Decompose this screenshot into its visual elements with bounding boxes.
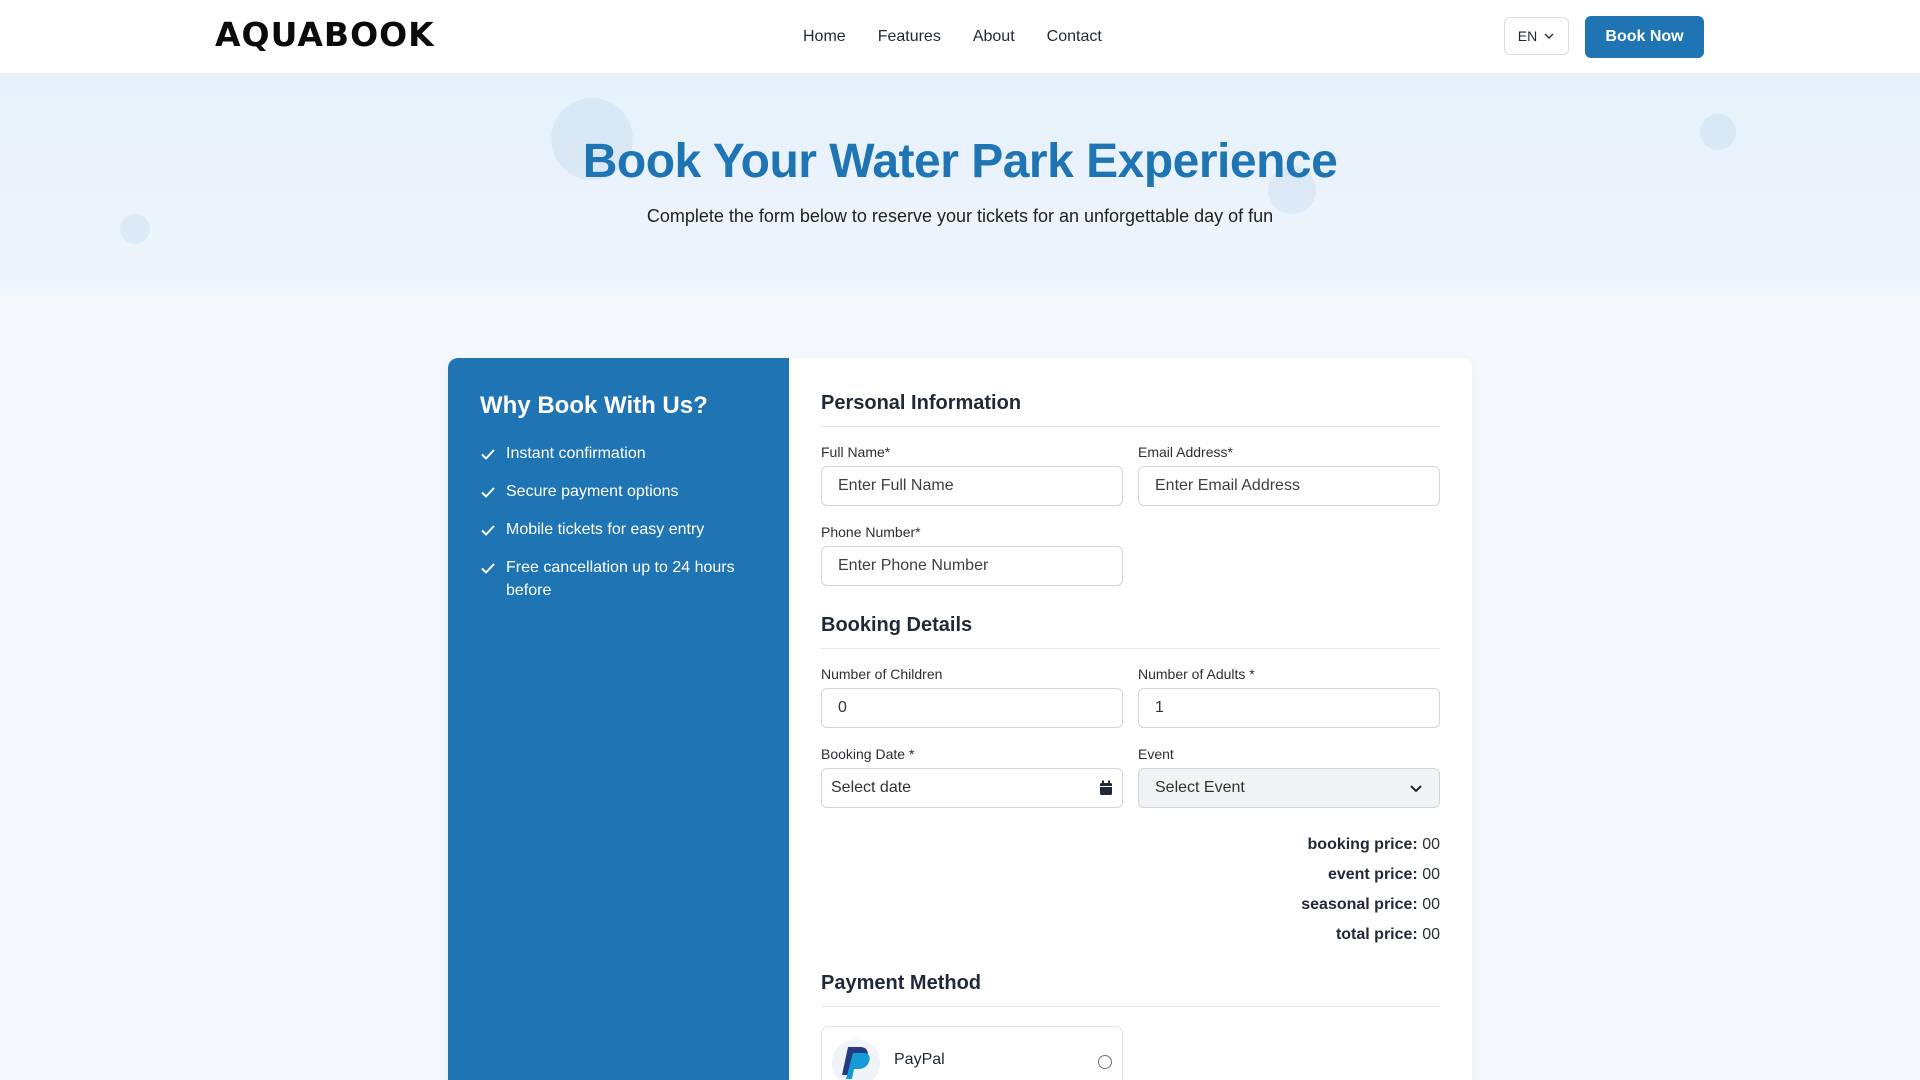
benefit-item: Instant confirmation (480, 442, 757, 465)
payment-radio[interactable] (1098, 1055, 1112, 1069)
benefit-text: Instant confirmation (506, 445, 646, 462)
benefit-item: Free cancellation up to 24 hours before (480, 556, 757, 602)
why-book-panel: Why Book With Us? Instant confirmation S… (448, 358, 789, 1080)
payment-method-title: Payment Method (821, 972, 982, 994)
booking-details-title: Booking Details (821, 614, 973, 636)
language-label: EN (1517, 28, 1538, 44)
site-header: AQUABOOK Home Features About Contact EN … (0, 0, 1920, 74)
nav-about[interactable]: About (973, 24, 1015, 50)
page-subtitle: Complete the form below to reserve your … (646, 206, 1274, 226)
benefit-text: Free cancellation up to 24 hours before (506, 559, 735, 599)
main-nav: Home Features About Contact (803, 24, 1102, 50)
event-price-value: 00 (1422, 866, 1440, 883)
why-book-title: Why Book With Us? (480, 392, 708, 419)
language-selector[interactable]: EN (1504, 17, 1569, 55)
brand-logo[interactable]: AQUABOOK (215, 14, 435, 54)
benefit-item: Secure payment options (480, 480, 757, 503)
check-icon (481, 487, 495, 498)
total-price-value: 00 (1422, 926, 1440, 943)
seasonal-price-label: seasonal price: (1301, 896, 1418, 913)
hero-banner: Book Your Water Park Experience Complete… (0, 74, 1920, 294)
calendar-icon[interactable] (1099, 780, 1113, 796)
children-label: Number of Children (821, 666, 943, 682)
full-name-label: Full Name* (821, 444, 891, 460)
paypal-logo (832, 1039, 880, 1080)
total-price: total price: 00 (1336, 926, 1440, 944)
children-input[interactable]: 0 (821, 688, 1123, 728)
seasonal-price-value: 00 (1422, 896, 1440, 913)
check-icon (481, 525, 495, 536)
full-name-input[interactable] (821, 466, 1123, 506)
total-price-label: total price: (1335, 926, 1418, 943)
adults-input[interactable]: 1 (1138, 688, 1440, 728)
booking-price: booking price: 00 (1308, 836, 1440, 854)
chevron-down-icon (1410, 785, 1422, 793)
booking-date-input[interactable]: Select date (821, 768, 1123, 808)
benefit-item: Mobile tickets for easy entry (480, 518, 757, 541)
nav-contact[interactable]: Contact (1047, 24, 1102, 50)
nav-features[interactable]: Features (878, 24, 941, 50)
seasonal-price: seasonal price: 00 (1301, 896, 1440, 914)
payment-method-name: PayPal (894, 1051, 945, 1068)
section-divider (821, 1006, 1440, 1007)
booking-price-value: 00 (1422, 836, 1440, 853)
chevron-down-icon (1544, 33, 1554, 40)
children-value: 0 (838, 699, 847, 716)
page-title: Book Your Water Park Experience (582, 135, 1338, 188)
benefit-text: Secure payment options (506, 483, 679, 500)
brand-logo-text: AQUABOOK (215, 14, 435, 54)
event-label: Event (1138, 746, 1174, 762)
check-icon (481, 563, 495, 574)
booking-card: Why Book With Us? Instant confirmation S… (448, 358, 1472, 1080)
section-divider (821, 426, 1440, 427)
booking-price-label: booking price: (1307, 836, 1418, 853)
nav-home[interactable]: Home (803, 24, 846, 50)
phone-input[interactable] (821, 546, 1123, 586)
event-price-label: event price: (1327, 866, 1418, 883)
adults-label: Number of Adults * (1138, 666, 1255, 682)
booking-date-label: Booking Date * (821, 746, 915, 762)
event-select-value: Select Event (1155, 779, 1245, 796)
personal-info-title: Personal Information (821, 392, 1022, 414)
phone-label: Phone Number* (821, 524, 921, 540)
booking-date-placeholder: Select date (831, 779, 912, 796)
email-input[interactable] (1138, 466, 1440, 506)
benefit-text: Mobile tickets for easy entry (506, 521, 705, 538)
event-select[interactable]: Select Event (1138, 768, 1440, 808)
event-price: event price: 00 (1328, 866, 1440, 884)
email-label: Email Address* (1138, 444, 1233, 460)
book-now-button[interactable]: Book Now (1585, 16, 1704, 58)
payment-option-paypal[interactable]: PayPal (821, 1026, 1123, 1080)
adults-value: 1 (1155, 699, 1164, 716)
check-icon (481, 449, 495, 460)
section-divider (821, 648, 1440, 649)
